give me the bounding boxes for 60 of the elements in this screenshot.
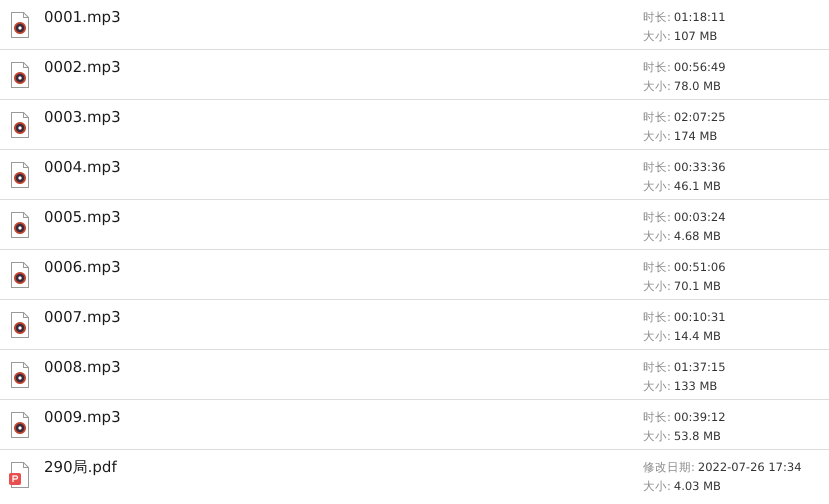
file-name[interactable]: 0001.mp3	[44, 8, 121, 26]
audio-file-icon	[9, 361, 31, 389]
detail-value: 14.4 MB	[674, 329, 721, 344]
detail-value: 46.1 MB	[674, 179, 721, 194]
detail-label: 大小:	[643, 479, 671, 494]
detail-label: 大小:	[643, 129, 671, 144]
detail-label: 大小:	[643, 29, 671, 44]
detail-value: 133 MB	[674, 379, 718, 394]
detail-label: 大小:	[643, 429, 671, 444]
detail-value: 02:07:25	[674, 110, 726, 125]
audio-file-icon	[9, 61, 31, 89]
detail-label: 时长:	[643, 310, 671, 325]
detail-value: 00:56:49	[674, 60, 726, 75]
detail-label: 大小:	[643, 79, 671, 94]
detail-value: 4.03 MB	[674, 479, 721, 494]
audio-file-icon	[9, 161, 31, 189]
file-name[interactable]: 0006.mp3	[44, 258, 121, 276]
detail-value: 53.8 MB	[674, 429, 721, 444]
detail-value: 70.1 MB	[674, 279, 721, 294]
detail-label: 时长:	[643, 410, 671, 425]
detail-value: 01:37:15	[674, 360, 726, 375]
detail-label: 大小:	[643, 179, 671, 194]
detail-label: 修改日期:	[643, 460, 695, 475]
detail-label: 时长:	[643, 60, 671, 75]
detail-label: 时长:	[643, 110, 671, 125]
detail-label: 大小:	[643, 229, 671, 244]
file-name[interactable]: 0007.mp3	[44, 308, 121, 326]
audio-file-icon	[9, 11, 31, 39]
audio-file-icon	[9, 411, 31, 439]
pdf-file-icon	[9, 461, 31, 489]
detail-value: 00:51:06	[674, 260, 726, 275]
file-name[interactable]: 0005.mp3	[44, 208, 121, 226]
detail-label: 大小:	[643, 329, 671, 344]
file-name[interactable]: 0008.mp3	[44, 358, 121, 376]
audio-file-icon	[9, 311, 31, 339]
file-name[interactable]: 0002.mp3	[44, 58, 121, 76]
detail-label: 时长:	[643, 210, 671, 225]
detail-value: 00:33:36	[674, 160, 726, 175]
audio-file-icon	[9, 111, 31, 139]
file-name[interactable]: 0004.mp3	[44, 158, 121, 176]
detail-value: 00:03:24	[674, 210, 726, 225]
file-name[interactable]: 290局.pdf	[44, 458, 117, 477]
detail-label: 时长:	[643, 260, 671, 275]
detail-label: 时长:	[643, 360, 671, 375]
file-name[interactable]: 0009.mp3	[44, 408, 121, 426]
file-name[interactable]: 0003.mp3	[44, 108, 121, 126]
detail-value: 01:18:11	[674, 10, 726, 25]
audio-file-icon	[9, 211, 31, 239]
detail-value: 4.68 MB	[674, 229, 721, 244]
detail-value: 107 MB	[674, 29, 718, 44]
detail-label: 时长:	[643, 160, 671, 175]
detail-label: 时长:	[643, 10, 671, 25]
audio-file-icon	[9, 261, 31, 289]
detail-value: 174 MB	[674, 129, 718, 144]
detail-label: 大小:	[643, 279, 671, 294]
detail-value: 78.0 MB	[674, 79, 721, 94]
detail-value: 00:39:12	[674, 410, 726, 425]
detail-value: 00:10:31	[674, 310, 726, 325]
detail-value: 2022-07-26 17:34	[698, 460, 802, 475]
detail-label: 大小:	[643, 379, 671, 394]
